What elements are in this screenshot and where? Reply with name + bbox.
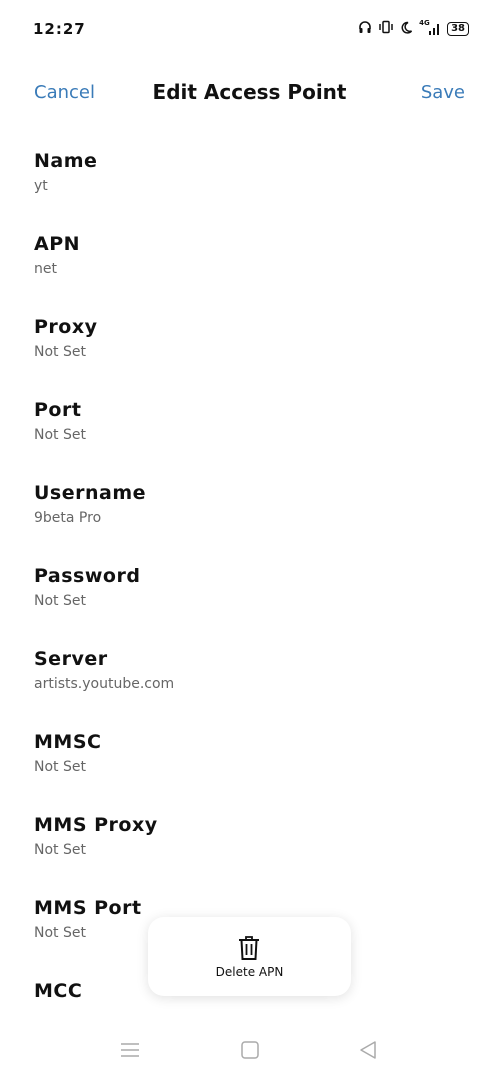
field-value: Not Set <box>34 842 86 858</box>
back-icon[interactable] <box>357 1040 379 1060</box>
field-apn[interactable]: APN net <box>34 233 464 303</box>
field-value: yt <box>34 178 48 194</box>
headphones-icon <box>358 20 372 38</box>
field-proxy[interactable]: Proxy Not Set <box>34 316 464 386</box>
field-label: Proxy <box>34 316 98 338</box>
field-value: Not Set <box>34 427 86 443</box>
status-bar: 12:27 4G 38 <box>0 0 499 60</box>
delete-apn-label: Delete APN <box>215 965 284 979</box>
home-icon[interactable] <box>239 1040 261 1060</box>
field-mms-proxy[interactable]: MMS Proxy Not Set <box>34 814 464 884</box>
signal-icon: 4G <box>419 19 441 36</box>
field-value: Not Set <box>34 593 86 609</box>
header-bar: Cancel Edit Access Point Save <box>0 72 499 114</box>
field-label: Name <box>34 150 98 172</box>
vibrate-icon <box>378 20 394 38</box>
field-value: artists.youtube.com <box>34 676 175 692</box>
field-username[interactable]: Username 9beta Pro <box>34 482 464 552</box>
system-nav-bar <box>0 1030 499 1070</box>
field-label: Username <box>34 482 147 504</box>
field-password[interactable]: Password Not Set <box>34 565 464 635</box>
field-mmsc[interactable]: MMSC Not Set <box>34 731 464 801</box>
field-value: Not Set <box>34 344 86 360</box>
save-button[interactable]: Save <box>421 82 465 103</box>
status-time: 12:27 <box>33 20 86 38</box>
field-label: Server <box>34 648 108 670</box>
moon-icon <box>400 21 413 38</box>
status-icons: 4G 38 <box>358 19 469 38</box>
apn-field-list[interactable]: Name yt APN net Proxy Not Set Port Not S… <box>0 150 499 1020</box>
delete-apn-button[interactable]: Delete APN <box>148 917 351 996</box>
field-value: net <box>34 261 57 277</box>
field-port[interactable]: Port Not Set <box>34 399 464 469</box>
battery-icon: 38 <box>447 22 469 36</box>
field-value: Not Set <box>34 759 86 775</box>
field-value: 9beta Pro <box>34 510 102 526</box>
field-label: APN <box>34 233 81 255</box>
menu-icon[interactable] <box>119 1040 141 1060</box>
field-label: MMSC <box>34 731 102 753</box>
field-label: MMS Port <box>34 897 142 919</box>
field-name[interactable]: Name yt <box>34 150 464 220</box>
field-label: MMS Proxy <box>34 814 158 836</box>
field-label: Port <box>34 399 82 421</box>
field-label: Password <box>34 565 141 587</box>
trash-icon <box>237 935 261 961</box>
field-server[interactable]: Server artists.youtube.com <box>34 648 464 718</box>
